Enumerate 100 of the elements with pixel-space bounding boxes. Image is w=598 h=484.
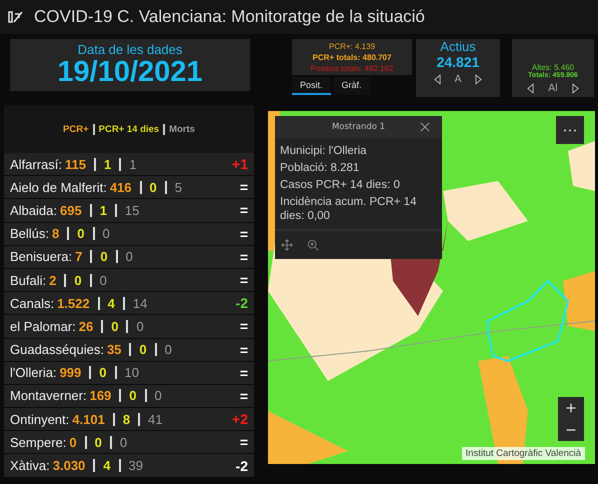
deaths-value: 41 <box>148 412 163 427</box>
pcr-value: 695 <box>60 202 82 218</box>
deaths-value: 0 <box>154 388 162 404</box>
municipality-name: Albaida: <box>10 202 57 218</box>
change-value: = <box>240 364 248 381</box>
pcr14-value: 4 <box>103 458 111 474</box>
zoom-in-icon[interactable] <box>307 239 319 251</box>
change-value: -2 <box>236 458 248 474</box>
deaths-value: 14 <box>132 296 148 311</box>
change-value: +2 <box>232 411 248 428</box>
pcr14-value: 0 <box>77 226 84 242</box>
pcr-value: 999 <box>60 365 82 380</box>
municipality-name: Canals: <box>10 296 54 311</box>
municipality-name: Benisuera: <box>10 249 72 264</box>
municipality-name: Aielo de Malferit: <box>10 180 107 195</box>
date-value: 19/10/2021 <box>57 57 203 88</box>
popup-field: Casos PCR+ 14 dies: 0 <box>280 178 437 192</box>
change-value: = <box>240 226 248 242</box>
pcr-value: 416 <box>110 180 132 195</box>
legend-label: PCR+ 14 dies <box>98 124 160 134</box>
active-value: 24.821 <box>436 54 480 70</box>
discharge-stat: Altes: 5.460 <box>532 63 574 72</box>
pan-icon[interactable] <box>281 239 293 251</box>
nav-label: A <box>454 74 462 85</box>
municipality-name: l'Olleria: <box>10 365 57 380</box>
popup-field: Població: 8.281 <box>280 161 437 175</box>
change-value: = <box>240 342 248 358</box>
municipality-name: Xàtiva: <box>10 458 50 474</box>
previous-icon[interactable] <box>434 74 441 85</box>
close-icon[interactable] <box>420 122 430 132</box>
change-value: = <box>240 202 248 218</box>
pcr-value: 8 <box>52 226 60 242</box>
deaths-value: 0 <box>102 226 110 242</box>
municipality-name: Montaverner: <box>10 388 87 404</box>
change-value: = <box>240 272 248 288</box>
municipality-name: Bufali: <box>10 272 46 288</box>
popup-title: Mostrando 1 <box>332 122 386 132</box>
date-label: Data de les dades <box>78 42 182 57</box>
municipality-name: el Palomar: <box>10 318 76 334</box>
pcr14-value: 1 <box>104 156 112 172</box>
pcr14-value: 0 <box>99 365 106 380</box>
pcr14-value: 0 <box>139 342 147 358</box>
pcr-value: 4.101 <box>72 412 105 427</box>
pcr14-value: 0 <box>100 249 108 264</box>
deaths-value: 39 <box>128 458 143 474</box>
pcr-value: 115 <box>65 156 86 172</box>
deaths-value: 10 <box>124 365 139 380</box>
active-label: Actius <box>440 39 476 54</box>
pcr-value: 169 <box>90 388 112 404</box>
pcr-value: 35 <box>106 342 122 358</box>
pcr14-value: 4 <box>108 296 115 311</box>
pcr-value: 7 <box>75 249 82 264</box>
municipality-name: Sempere: <box>10 434 66 450</box>
municipality-name: Bellús: <box>10 226 50 242</box>
change-value: -2 <box>236 295 248 312</box>
view-tab[interactable]: Posit. <box>292 77 331 95</box>
municipality-name: Guadasséquies: <box>10 342 104 358</box>
next-icon[interactable] <box>572 83 579 94</box>
pcr-value: 1.522 <box>57 296 90 311</box>
deaths-value: 0 <box>164 342 172 358</box>
pcr-value: 2 <box>49 272 56 288</box>
window-title: COVID-19 C. Valenciana: Monitoratge de la situació <box>34 7 425 27</box>
change-value: = <box>240 179 248 196</box>
municipality-name: Alfarrasí: <box>10 156 62 172</box>
pcr14-value: 1 <box>100 202 107 218</box>
change-value: = <box>240 388 248 404</box>
pcr14-value: 0 <box>129 388 137 404</box>
pcr-stat: PCR+ totals: 480.707 <box>312 52 392 62</box>
deaths-value: 15 <box>124 202 140 218</box>
change-value: +1 <box>232 156 248 172</box>
deaths-value: 0 <box>136 318 144 334</box>
pcr14-value: 0 <box>150 180 157 195</box>
deaths-value: 0 <box>100 272 107 288</box>
pcr14-value: 0 <box>111 318 118 334</box>
change-value: = <box>240 248 248 265</box>
pcr14-value: 0 <box>94 434 102 450</box>
app-logo-icon <box>8 10 24 24</box>
municipality-name: Ontinyent: <box>10 412 70 427</box>
deaths-value: 0 <box>120 434 128 450</box>
pcr-value: 0 <box>69 434 77 450</box>
popup-field: Municipi: l'Olleria <box>280 144 437 158</box>
view-tab[interactable]: Gràf. <box>334 77 370 95</box>
change-value: = <box>240 434 248 450</box>
pcr-stat: PCR+: 4.139 <box>328 40 376 52</box>
previous-icon[interactable] <box>527 83 534 94</box>
legend-label: PCR+ <box>63 124 89 134</box>
popup-field: Incidència acum. PCR+ 14 dies: 0,00 <box>280 195 437 223</box>
pcr-stat: Positius totals: 492.162 <box>310 62 394 74</box>
change-value: = <box>240 318 248 334</box>
pcr-value: 3.030 <box>52 458 86 474</box>
pcr14-value: 8 <box>122 412 130 427</box>
next-icon[interactable] <box>475 74 482 85</box>
ellipsis-icon <box>563 128 577 132</box>
pcr-value: 26 <box>78 318 94 334</box>
map-attribution: Institut Cartogràfic Valencià <box>462 447 585 460</box>
nav-label: Al <box>548 83 558 94</box>
pcr14-value: 0 <box>74 272 82 288</box>
legend-label: Morts <box>169 124 195 134</box>
deaths-value: 5 <box>174 180 182 195</box>
deaths-value: 0 <box>126 249 133 264</box>
